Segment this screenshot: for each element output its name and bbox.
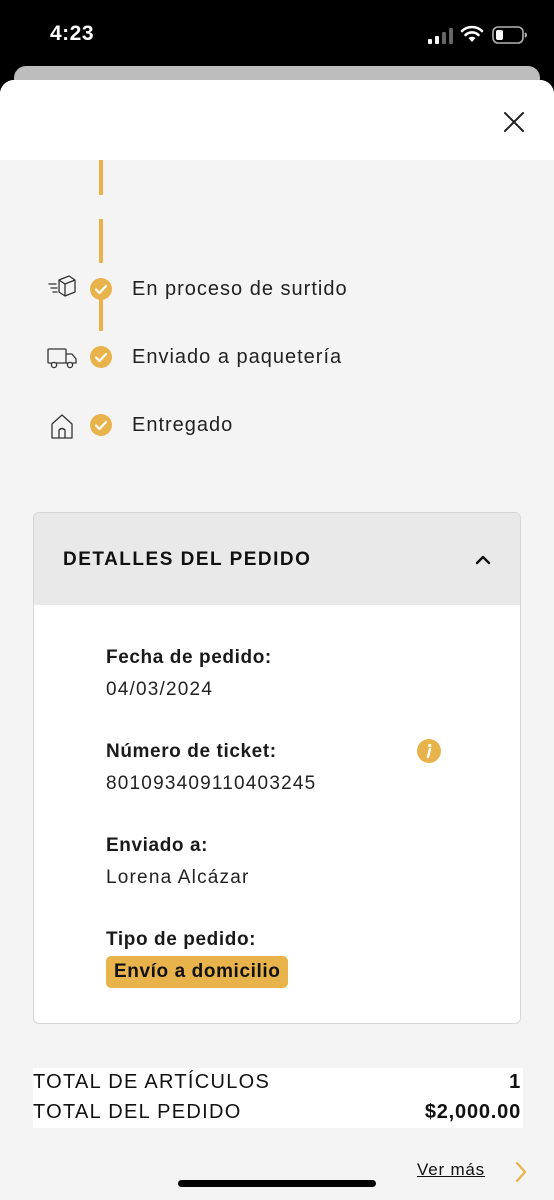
- battery-low-icon: [492, 26, 527, 44]
- shipped-to-label: Enviado a:: [106, 835, 209, 856]
- total-items-label: TOTAL DE ARTÍCULOS: [33, 1071, 271, 1093]
- wifi-icon: [460, 25, 484, 42]
- order-totals: TOTAL DE ARTÍCULOS 1 TOTAL DEL PEDIDO $2…: [33, 1068, 523, 1128]
- order-content: En proceso de surtido Enviado a paqueter…: [12, 160, 542, 1183]
- modal-header: [0, 80, 554, 160]
- see-more-link[interactable]: Ver más: [417, 1160, 485, 1180]
- total-order-value: $2,000.00: [424, 1101, 521, 1123]
- step-label-shipped: Enviado a paquetería: [132, 346, 343, 368]
- house-icon: [51, 414, 73, 439]
- box-moving-icon: [48, 275, 76, 297]
- timeline-connector: [99, 160, 103, 195]
- step-label-delivered: Entregado: [132, 414, 234, 436]
- order-details-toggle[interactable]: DETALLES DEL PEDIDO: [34, 513, 520, 605]
- total-order-label: TOTAL DEL PEDIDO: [33, 1101, 242, 1123]
- status-time: 4:23: [50, 22, 95, 45]
- cellular-signal-icon: [428, 28, 453, 44]
- ticket-number-value: 801093409110403245: [106, 773, 317, 794]
- order-type-badge: Envío a domicilio: [106, 956, 289, 988]
- status-bar: 4:23: [0, 0, 554, 70]
- total-items-row: TOTAL DE ARTÍCULOS 1: [33, 1068, 523, 1098]
- order-details-card: DETALLES DEL PEDIDO Fecha de pedido: 04/…: [33, 512, 521, 1024]
- step-label-sorting: En proceso de surtido: [132, 278, 348, 300]
- info-icon[interactable]: [417, 739, 441, 763]
- chevron-right-icon[interactable]: [512, 1160, 530, 1184]
- delivery-truck-icon: [47, 348, 77, 369]
- total-items-value: 1: [509, 1071, 521, 1093]
- close-icon[interactable]: [498, 106, 530, 138]
- ticket-number-label: Número de ticket:: [106, 741, 277, 762]
- check-circle-icon: [90, 278, 112, 300]
- shipped-to-value: Lorena Alcázar: [106, 867, 250, 888]
- check-circle-icon: [90, 346, 112, 368]
- total-order-row: TOTAL DEL PEDIDO $2,000.00: [33, 1098, 523, 1128]
- home-indicator[interactable]: [178, 1180, 376, 1187]
- order-date-label: Fecha de pedido:: [106, 647, 272, 668]
- timeline-connector: [99, 219, 103, 263]
- chevron-up-icon[interactable]: [472, 549, 494, 571]
- order-date-value: 04/03/2024: [106, 679, 214, 700]
- order-detail-modal: En proceso de surtido Enviado a paqueter…: [0, 80, 554, 1200]
- order-type-label: Tipo de pedido:: [106, 929, 257, 950]
- check-circle-icon: [90, 414, 112, 436]
- order-details-title: DETALLES DEL PEDIDO: [63, 549, 312, 570]
